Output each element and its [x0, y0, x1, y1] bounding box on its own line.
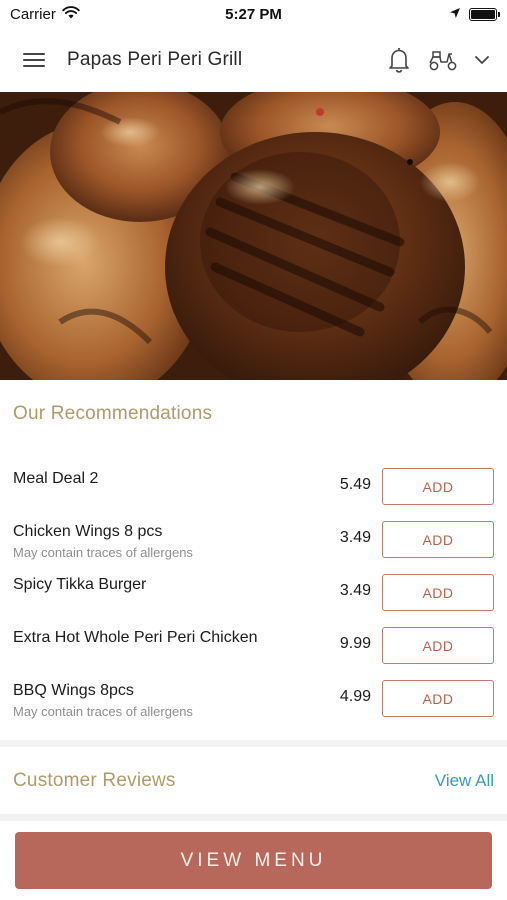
app-header: Papas Peri Peri Grill — [0, 28, 507, 92]
customer-reviews-section: Customer Reviews View All — [0, 748, 507, 814]
item-name: Extra Hot Whole Peri Peri Chicken — [13, 629, 258, 646]
recommendations-title: Our Recommendations — [13, 403, 213, 424]
notifications-button[interactable] — [383, 44, 415, 76]
carrier-label: Carrier — [10, 5, 56, 23]
grilled-chicken-photo — [0, 92, 507, 380]
bell-icon — [389, 48, 409, 73]
item-note: May contain traces of allergens — [13, 704, 193, 719]
status-bar: Carrier 5:27 PM — [0, 0, 507, 28]
list-item: Extra Hot Whole Peri Peri Chicken 9.99 A… — [0, 621, 507, 674]
delivery-mode-button[interactable] — [427, 44, 459, 76]
menu-icon — [23, 53, 45, 67]
item-name: Spicy Tikka Burger — [13, 576, 147, 593]
location-arrow-icon — [449, 6, 461, 23]
item-name: BBQ Wings 8pcs — [13, 682, 134, 699]
location-dropdown-button[interactable] — [471, 44, 493, 76]
menu-button[interactable] — [20, 46, 48, 74]
item-price: 3.49 — [339, 582, 371, 599]
add-button[interactable]: ADD — [382, 468, 494, 505]
recommendations-list: Meal Deal 2 5.49 ADD Chicken Wings 8 pcs… — [0, 462, 507, 727]
add-button[interactable]: ADD — [382, 680, 494, 717]
section-divider — [0, 740, 507, 747]
scooter-icon — [429, 51, 457, 71]
hero-image — [0, 92, 507, 380]
add-button[interactable]: ADD — [382, 521, 494, 558]
item-price: 4.99 — [339, 688, 371, 705]
reviews-title: Customer Reviews — [13, 770, 176, 791]
add-button[interactable]: ADD — [382, 574, 494, 611]
item-price: 9.99 — [339, 635, 371, 652]
item-name: Meal Deal 2 — [13, 470, 99, 487]
list-item: Meal Deal 2 5.49 ADD — [0, 462, 507, 515]
item-note: May contain traces of allergens — [13, 545, 193, 560]
add-button[interactable]: ADD — [382, 627, 494, 664]
item-price: 3.49 — [339, 529, 371, 546]
section-divider — [0, 814, 507, 821]
list-item: BBQ Wings 8pcs May contain traces of all… — [0, 674, 507, 727]
chevron-down-icon — [475, 55, 489, 64]
wifi-icon — [62, 5, 80, 23]
battery-icon — [469, 7, 500, 21]
app-title: Papas Peri Peri Grill — [67, 49, 243, 70]
view-menu-button[interactable]: VIEW MENU — [15, 832, 492, 889]
list-item: Spicy Tikka Burger 3.49 ADD — [0, 568, 507, 621]
view-all-link[interactable]: View All — [435, 771, 494, 791]
item-name: Chicken Wings 8 pcs — [13, 523, 163, 540]
list-item: Chicken Wings 8 pcs May contain traces o… — [0, 515, 507, 568]
item-price: 5.49 — [339, 476, 371, 493]
